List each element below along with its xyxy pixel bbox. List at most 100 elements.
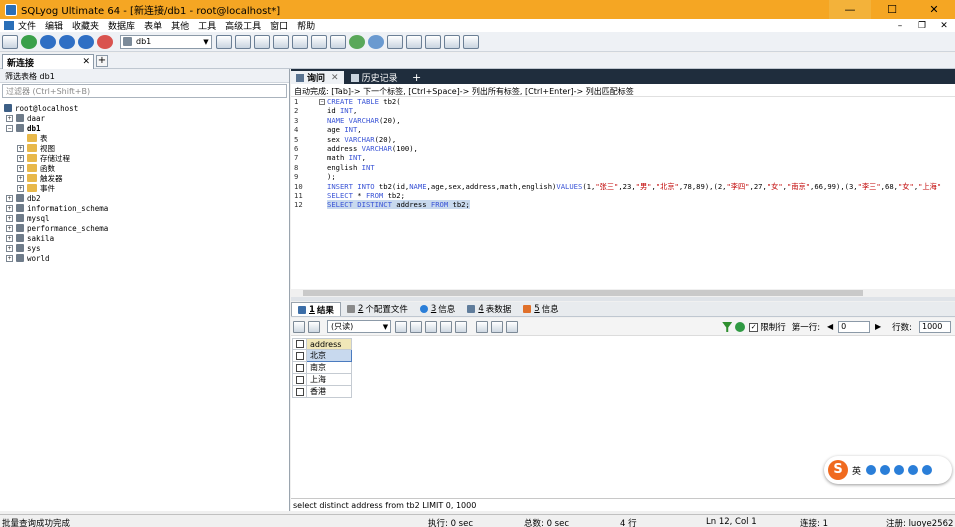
scrollbar-thumb[interactable] bbox=[303, 290, 863, 296]
menu-tools[interactable]: 工具 bbox=[198, 19, 216, 32]
menu-file[interactable]: 文件 bbox=[18, 19, 36, 32]
row-checkbox[interactable] bbox=[292, 385, 307, 398]
grid-mode-icon[interactable] bbox=[476, 320, 488, 333]
expand-icon[interactable]: + bbox=[6, 204, 13, 212]
menu-grid-icon[interactable] bbox=[922, 465, 933, 475]
prev-page-icon[interactable]: ◀ bbox=[826, 322, 834, 332]
tree-folder-views[interactable]: + 视图 bbox=[0, 143, 289, 153]
export-icon[interactable] bbox=[330, 34, 346, 49]
cell-address[interactable]: 香港 bbox=[306, 385, 352, 398]
tree-db-sys[interactable]: + sys bbox=[0, 243, 289, 253]
grid-settings-icon[interactable] bbox=[463, 34, 479, 49]
cell-address[interactable]: 上海 bbox=[306, 373, 352, 386]
tree-db-mysql[interactable]: + mysql bbox=[0, 213, 289, 223]
save-icon[interactable] bbox=[425, 320, 437, 333]
refresh-icon[interactable] bbox=[21, 34, 37, 49]
menu-other[interactable]: 其他 bbox=[171, 19, 189, 32]
ime-toolbar[interactable]: S 英 bbox=[824, 456, 952, 484]
notification-icon[interactable] bbox=[425, 34, 441, 49]
sogou-logo-icon[interactable]: S bbox=[828, 460, 848, 480]
add-connection-button[interactable]: + bbox=[96, 55, 108, 67]
export-icon[interactable] bbox=[395, 320, 407, 333]
import-icon[interactable] bbox=[273, 34, 289, 49]
schema-sync-icon[interactable] bbox=[387, 34, 403, 49]
readonly-selector[interactable]: (只读) ▼ bbox=[327, 320, 391, 333]
expand-icon[interactable]: + bbox=[6, 224, 13, 232]
profiler-icon[interactable] bbox=[444, 34, 460, 49]
row-checkbox[interactable] bbox=[292, 349, 307, 362]
menu-database[interactable]: 数据库 bbox=[108, 19, 135, 32]
menu-help[interactable]: 帮助 bbox=[297, 19, 315, 32]
table-row[interactable]: 南京 bbox=[292, 361, 352, 374]
tree-root[interactable]: root@localhost bbox=[0, 103, 289, 113]
expand-icon[interactable]: + bbox=[6, 244, 13, 252]
ime-language-label[interactable]: 英 bbox=[852, 464, 861, 477]
tree-db-sakila[interactable]: + sakila bbox=[0, 233, 289, 243]
backup-icon[interactable] bbox=[235, 34, 251, 49]
mdi-minimize-button[interactable]: – bbox=[889, 21, 911, 31]
user-manager-icon[interactable] bbox=[216, 34, 232, 49]
restore-icon[interactable] bbox=[254, 34, 270, 49]
sync-icon[interactable] bbox=[349, 34, 365, 49]
connection-tab[interactable]: 新连接 ✕ bbox=[2, 54, 94, 69]
expand-icon[interactable]: + bbox=[17, 154, 24, 162]
tree-db-daar[interactable]: + daar bbox=[0, 113, 289, 123]
new-connection-icon[interactable] bbox=[2, 34, 18, 49]
close-button[interactable]: ✕ bbox=[913, 0, 955, 19]
expand-icon[interactable]: + bbox=[17, 184, 24, 192]
first-row-input[interactable]: 0 bbox=[838, 321, 871, 333]
database-selector[interactable]: db1 ▼ bbox=[120, 34, 212, 49]
schema-designer-icon[interactable] bbox=[292, 34, 308, 49]
filter-input[interactable]: 过滤器 (Ctrl+Shift+B) bbox=[2, 84, 287, 98]
mdi-window-icon[interactable] bbox=[4, 21, 14, 30]
row-checkbox[interactable] bbox=[292, 361, 307, 374]
skin-icon[interactable] bbox=[908, 465, 919, 475]
execute-edit-icon[interactable] bbox=[78, 34, 94, 49]
tab-table-data[interactable]: 4 表数据 bbox=[461, 302, 517, 316]
expand-icon[interactable]: + bbox=[17, 144, 24, 152]
expand-icon[interactable]: + bbox=[6, 194, 13, 202]
query-builder-icon[interactable] bbox=[311, 34, 327, 49]
tree-folder-tables[interactable]: 表 bbox=[0, 133, 289, 143]
tab-history[interactable]: 历史记录 bbox=[346, 71, 403, 84]
text-mode-icon[interactable] bbox=[506, 320, 518, 333]
tree-folder-events[interactable]: + 事件 bbox=[0, 183, 289, 193]
tree-db-information-schema[interactable]: + information_schema bbox=[0, 203, 289, 213]
view-mode-icon[interactable] bbox=[308, 320, 320, 333]
cell-address[interactable]: 南京 bbox=[306, 361, 352, 374]
add-tab-button[interactable]: + bbox=[411, 72, 423, 84]
keyboard-icon[interactable] bbox=[894, 465, 905, 475]
close-icon[interactable]: ✕ bbox=[82, 57, 90, 67]
menu-favorites[interactable]: 收藏夹 bbox=[72, 19, 99, 32]
emoji-icon[interactable] bbox=[866, 465, 877, 475]
table-row[interactable]: 北京 bbox=[292, 349, 352, 362]
tree-db-performance-schema[interactable]: + performance_schema bbox=[0, 223, 289, 233]
maximize-button[interactable]: ☐ bbox=[871, 0, 913, 19]
rows-input[interactable]: 1000 bbox=[919, 321, 951, 333]
form-mode-icon[interactable] bbox=[491, 320, 503, 333]
pane-splitter[interactable] bbox=[291, 297, 955, 301]
data-sync-icon[interactable] bbox=[368, 34, 384, 49]
tab-messages[interactable]: 3 信息 bbox=[414, 302, 461, 316]
tree-db-world[interactable]: + world bbox=[0, 253, 289, 263]
minimize-button[interactable]: — bbox=[829, 0, 871, 19]
menu-window[interactable]: 窗口 bbox=[270, 19, 288, 32]
tab-result[interactable]: 1 结果 bbox=[291, 302, 341, 316]
collapse-icon[interactable]: − bbox=[319, 99, 325, 105]
execute-query-icon[interactable] bbox=[40, 34, 56, 49]
migration-icon[interactable] bbox=[406, 34, 422, 49]
expand-icon[interactable]: + bbox=[6, 214, 13, 222]
tree-db-db2[interactable]: + db2 bbox=[0, 193, 289, 203]
collapse-icon[interactable]: − bbox=[6, 124, 13, 132]
editor-horizontal-scrollbar[interactable] bbox=[291, 289, 955, 297]
menu-advanced-tools[interactable]: 高级工具 bbox=[225, 19, 261, 32]
tab-info[interactable]: 5 信息 bbox=[517, 302, 564, 316]
mdi-close-button[interactable]: ✕ bbox=[933, 21, 955, 31]
cell-address[interactable]: 北京 bbox=[306, 349, 352, 362]
execute-all-icon[interactable] bbox=[59, 34, 75, 49]
next-page-icon[interactable]: ▶ bbox=[874, 322, 882, 332]
expand-icon[interactable]: + bbox=[17, 174, 24, 182]
expand-icon[interactable]: + bbox=[17, 164, 24, 172]
tree-folder-procedures[interactable]: + 存储过程 bbox=[0, 153, 289, 163]
cancel-icon[interactable] bbox=[455, 320, 467, 333]
